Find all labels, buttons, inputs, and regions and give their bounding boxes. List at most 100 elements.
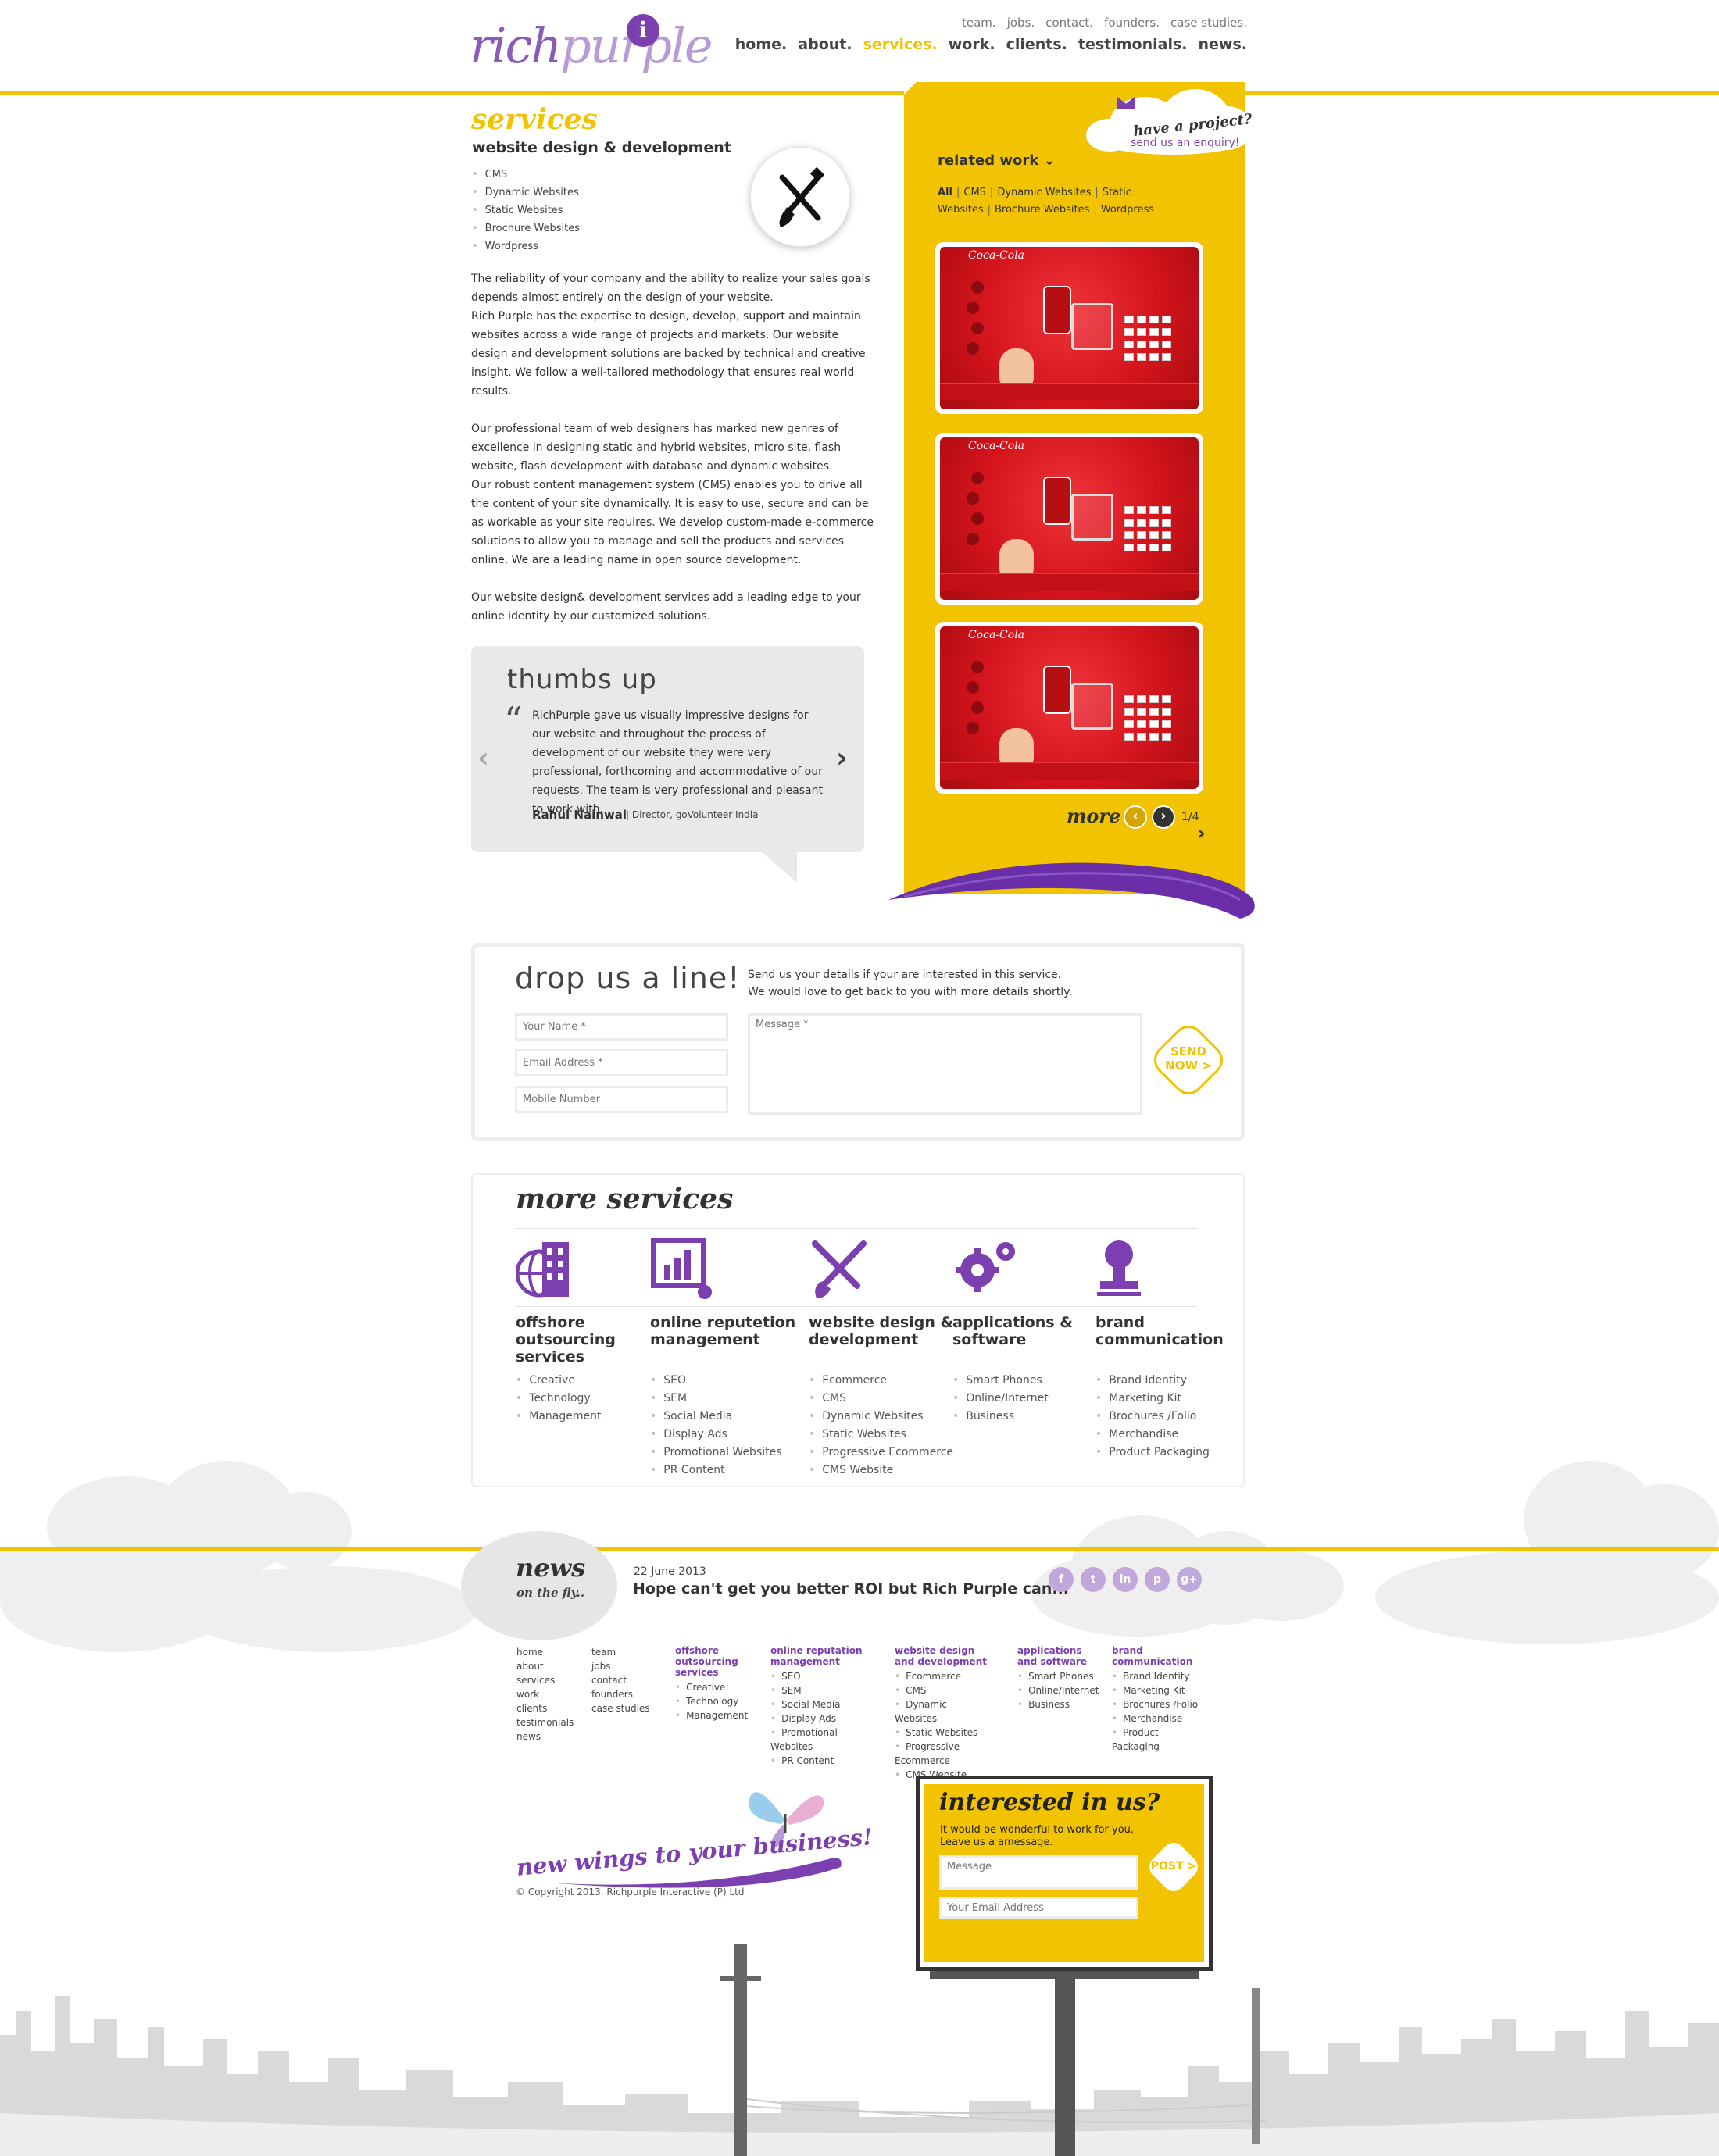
googleplus-icon[interactable]: g+ <box>1177 1567 1202 1592</box>
filter-all[interactable]: All <box>938 187 952 198</box>
more-prev-button[interactable]: ‹ <box>1124 805 1147 829</box>
footer-link[interactable]: home <box>516 1645 574 1659</box>
footer-link[interactable]: testimonials <box>516 1715 574 1729</box>
service-item[interactable]: CMS Website <box>809 1462 981 1480</box>
footer-sublink[interactable]: Brand Identity <box>1112 1669 1206 1683</box>
footer-link[interactable]: team <box>591 1645 650 1659</box>
footer-link[interactable]: about <box>516 1659 574 1673</box>
footer-sublink[interactable]: Progressive Ecommerce <box>895 1740 988 1768</box>
service-item[interactable]: Product Packaging <box>1095 1444 1267 1462</box>
footer-sublink[interactable]: Technology <box>675 1694 761 1708</box>
footer-link[interactable]: case studies <box>591 1701 650 1715</box>
name-field[interactable] <box>515 1013 728 1041</box>
service-list-item[interactable]: Brochure Websites <box>472 220 580 237</box>
top-link[interactable]: contact. <box>1045 16 1093 30</box>
service-column-brand[interactable]: brand communication Brand IdentityMarket… <box>1095 1237 1224 1458</box>
nav-item[interactable]: about. <box>798 36 852 53</box>
service-item[interactable]: SEO <box>650 1372 822 1390</box>
service-item[interactable]: Brand Identity <box>1095 1372 1267 1390</box>
footer-link[interactable]: clients <box>516 1701 574 1715</box>
service-item[interactable]: Marketing Kit <box>1095 1390 1267 1408</box>
service-list-item[interactable]: CMS <box>472 166 580 184</box>
work-thumbnail-3[interactable]: Coca-Cola <box>935 622 1203 794</box>
top-link[interactable]: founders. <box>1104 16 1160 30</box>
nav-item[interactable]: clients. <box>1006 36 1067 53</box>
service-list-item[interactable]: Wordpress <box>472 237 580 255</box>
footer-sublink[interactable]: Creative <box>675 1680 761 1694</box>
post-button[interactable]: POST > <box>1145 1838 1203 1896</box>
top-link[interactable]: jobs. <box>1007 16 1035 30</box>
top-link[interactable]: case studies. <box>1170 16 1247 30</box>
service-column-offshore[interactable]: offshore outsourcing services CreativeTe… <box>515 1237 616 1422</box>
mobile-field[interactable] <box>515 1086 728 1113</box>
service-item[interactable]: Merchandise <box>1095 1426 1267 1444</box>
footer-sublink[interactable]: Business <box>1017 1697 1095 1712</box>
service-list-item[interactable]: Static Websites <box>472 202 580 220</box>
pinterest-icon[interactable]: p <box>1145 1567 1170 1592</box>
linkedin-icon[interactable]: in <box>1113 1567 1138 1592</box>
footer-sublink[interactable]: Static Websites <box>895 1726 988 1740</box>
footer-sublink[interactable]: SEM <box>770 1683 872 1697</box>
service-item[interactable]: PR Content <box>650 1462 822 1480</box>
top-link[interactable]: team. <box>962 16 996 30</box>
footer-sublink[interactable]: Management <box>675 1708 761 1722</box>
filter-brochure-websites[interactable]: Brochure Websites <box>995 204 1089 216</box>
nav-item[interactable]: news. <box>1199 36 1248 53</box>
footer-sublink[interactable]: Ecommerce <box>895 1669 988 1683</box>
nav-item[interactable]: home. <box>735 36 787 53</box>
footer-link[interactable]: services <box>516 1673 574 1687</box>
footer-sublink[interactable]: Brochures /Folio <box>1112 1697 1206 1712</box>
filter-cms[interactable]: CMS <box>963 187 986 198</box>
email-field[interactable] <box>515 1049 728 1076</box>
testimonial-prev-button[interactable]: ‹ <box>477 742 489 774</box>
send-now-button[interactable]: SEND NOW > <box>1147 1019 1230 1101</box>
footer-group-title[interactable]: online reputation management <box>770 1645 872 1667</box>
work-thumbnail-1[interactable]: Coca-Cola <box>935 242 1203 414</box>
footer-sublink[interactable]: Marketing Kit <box>1112 1683 1206 1697</box>
service-item[interactable]: Static Websites <box>809 1426 981 1444</box>
service-item[interactable]: Progressive Ecommerce <box>809 1444 981 1462</box>
footer-link[interactable]: jobs <box>591 1659 650 1673</box>
service-item[interactable]: Social Media <box>650 1408 822 1426</box>
service-column-reputation[interactable]: online reputetion management SEOSEMSocia… <box>650 1237 795 1476</box>
billboard-email-field[interactable] <box>939 1897 1138 1919</box>
footer-link[interactable]: work <box>516 1687 574 1701</box>
footer-sublink[interactable]: Smart Phones <box>1017 1669 1095 1683</box>
footer-sublink[interactable]: Dynamic Websites <box>895 1697 988 1726</box>
footer-sublink[interactable]: Online/Internet <box>1017 1683 1099 1697</box>
footer-sublink[interactable]: Social Media <box>770 1697 872 1712</box>
testimonial-next-button[interactable]: › <box>836 742 848 774</box>
footer-group-title[interactable]: applications and software <box>1017 1645 1095 1667</box>
nav-item[interactable]: testimonials. <box>1078 36 1188 53</box>
service-item[interactable]: Display Ads <box>650 1426 822 1444</box>
footer-link[interactable]: founders <box>591 1687 650 1701</box>
footer-sublink[interactable]: PR Content <box>770 1754 872 1768</box>
service-column-web-design[interactable]: website design & development EcommerceCM… <box>809 1237 953 1476</box>
twitter-icon[interactable]: t <box>1081 1567 1106 1592</box>
footer-sublink[interactable]: Merchandise <box>1112 1712 1206 1726</box>
nav-item[interactable]: services. <box>863 36 938 53</box>
message-field[interactable] <box>748 1013 1142 1115</box>
billboard-message-field[interactable] <box>939 1855 1138 1890</box>
logo[interactable]: richpurple <box>470 17 713 74</box>
service-list-item[interactable]: Dynamic Websites <box>472 184 580 202</box>
more-arrow-icon[interactable]: › <box>1197 822 1206 845</box>
work-thumbnail-2[interactable]: Coca-Cola <box>935 433 1203 605</box>
footer-sublink[interactable]: Display Ads <box>770 1712 872 1726</box>
news-headline-link[interactable]: Hope can't get you better ROI but Rich P… <box>633 1580 1069 1597</box>
footer-group-title[interactable]: brand communication <box>1112 1645 1206 1667</box>
footer-sublink[interactable]: Promotional Websites <box>770 1726 872 1754</box>
service-item[interactable]: Brochures /Folio <box>1095 1408 1267 1426</box>
footer-link[interactable]: contact <box>591 1673 650 1687</box>
enquiry-link[interactable]: send us an enquiry! <box>1131 137 1239 149</box>
service-item[interactable]: Promotional Websites <box>650 1444 822 1462</box>
footer-sublink[interactable]: CMS <box>895 1683 988 1697</box>
more-next-button[interactable]: › <box>1152 805 1175 829</box>
footer-group-title[interactable]: website design and development <box>895 1645 988 1667</box>
service-item[interactable]: SEM <box>650 1390 822 1408</box>
footer-sublink[interactable]: SEO <box>770 1669 872 1683</box>
nav-item[interactable]: work. <box>949 36 995 53</box>
footer-sublink[interactable]: Product Packaging <box>1112 1726 1206 1754</box>
service-column-applications[interactable]: applications & software Smart PhonesOnli… <box>952 1237 1073 1422</box>
footer-link[interactable]: news <box>516 1729 574 1744</box>
